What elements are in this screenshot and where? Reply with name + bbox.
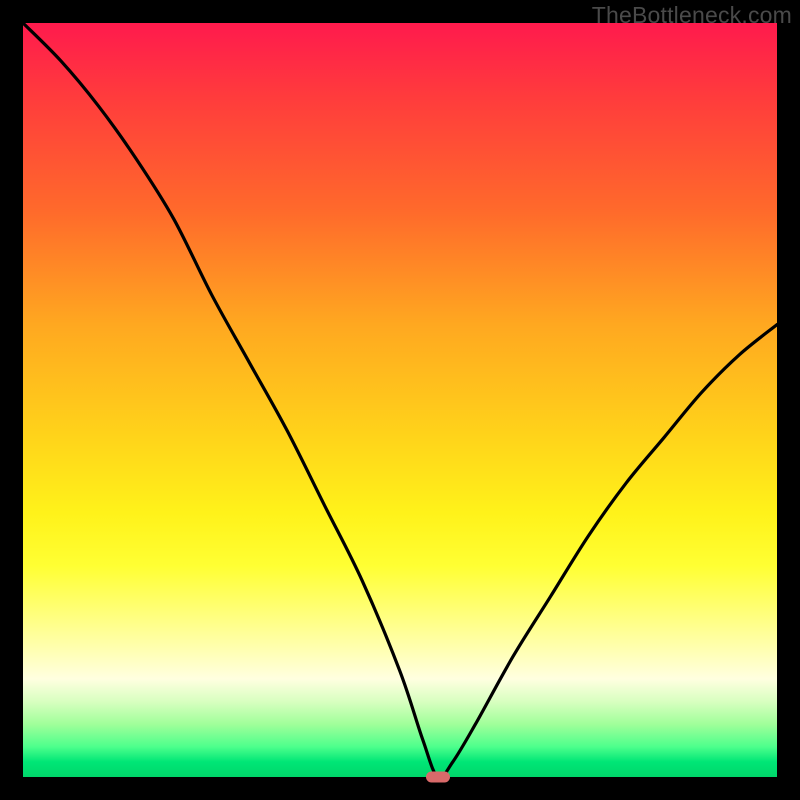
- chart-frame: TheBottleneck.com: [0, 0, 800, 800]
- watermark: TheBottleneck.com: [592, 2, 792, 29]
- minimum-marker: [426, 772, 450, 783]
- bottleneck-curve: [23, 23, 777, 777]
- plot-area: [23, 23, 777, 777]
